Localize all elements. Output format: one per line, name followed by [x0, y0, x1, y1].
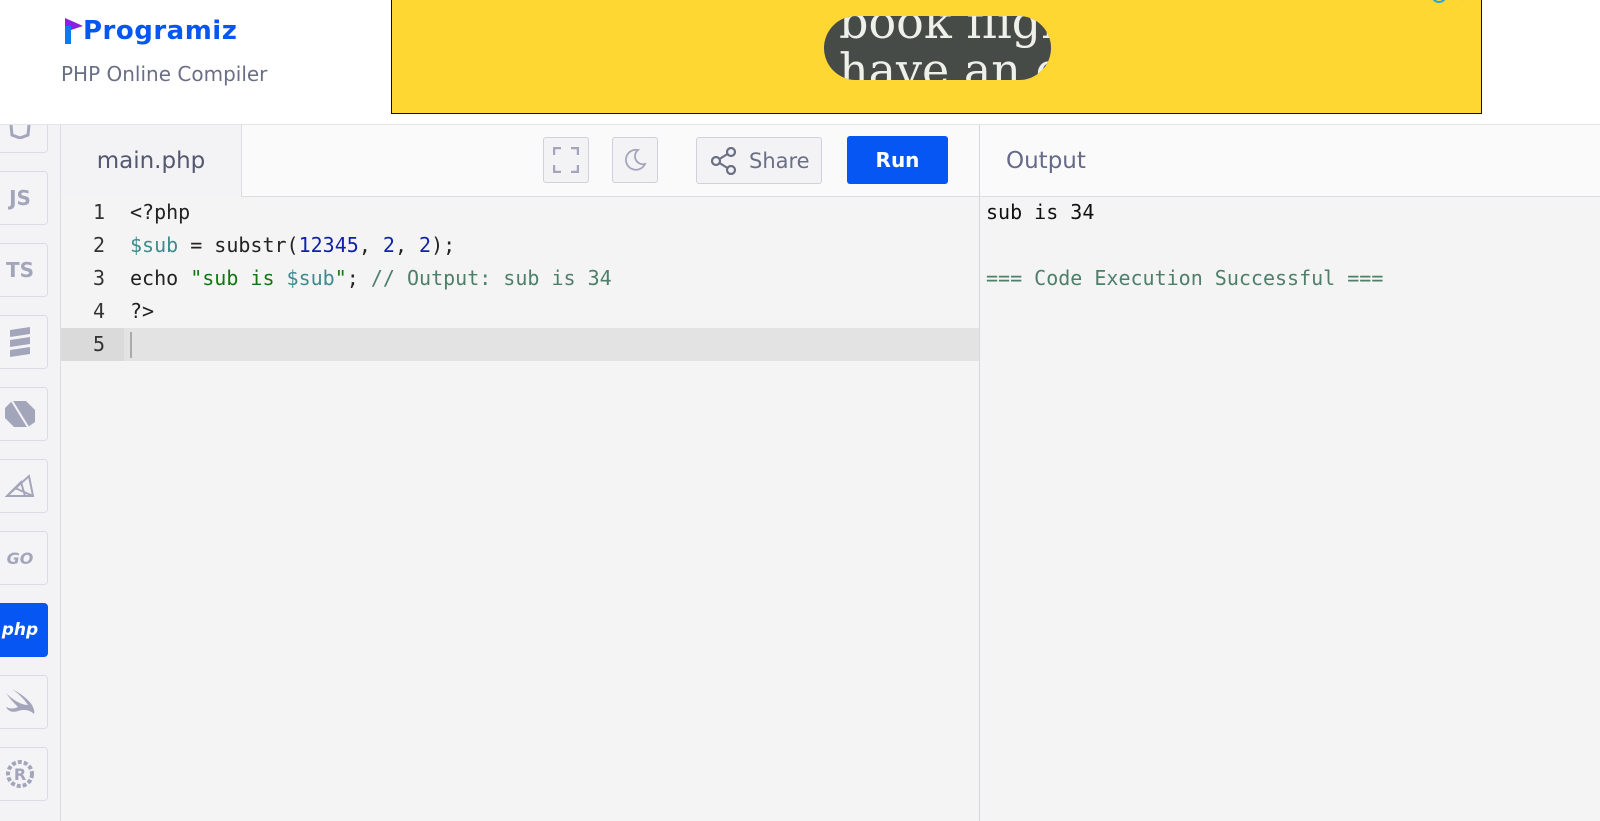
line-number: 5 — [92, 332, 105, 356]
code-line[interactable]: 1 <?php — [61, 196, 979, 229]
page-subtitle: PHP Online Compiler — [61, 62, 268, 86]
line-number: 1 — [92, 200, 105, 224]
line-number: 4 — [92, 299, 105, 323]
ruby-icon — [5, 474, 35, 497]
code-token: , — [358, 233, 383, 257]
sidebar-item-html[interactable] — [0, 125, 48, 153]
text-cursor — [130, 332, 132, 358]
code-token: "sub is — [190, 266, 287, 290]
top-bar: Programiz PHP Online Compiler book fligh… — [0, 0, 1600, 125]
code-token: ; — [346, 266, 371, 290]
code-token: 2 — [419, 233, 432, 257]
code-token: , — [394, 233, 420, 257]
code-token: " — [334, 266, 347, 290]
code-text[interactable]: <?php — [130, 196, 190, 229]
sidebar-item-swift[interactable] — [0, 675, 48, 729]
code-text[interactable]: ?> — [130, 295, 154, 328]
line-number: 2 — [92, 233, 105, 257]
code-line[interactable]: 2 $sub = substr(12345, 2, 2); — [61, 229, 979, 262]
sidebar-item-typescript[interactable]: TS — [0, 243, 48, 297]
ad-image: book fligh have an e — [824, 16, 1051, 80]
line-number: 3 — [92, 266, 105, 290]
code-line[interactable]: 4 ?> — [61, 295, 979, 328]
sidebar-item-php[interactable]: php — [0, 603, 48, 657]
sidebar-item-javascript[interactable]: JS — [0, 171, 48, 225]
theme-toggle-button[interactable] — [612, 137, 658, 183]
output-panel: sub is 34 === Code Execution Successful =… — [980, 197, 1600, 821]
output-line: sub is 34 — [986, 200, 1095, 224]
moon-icon — [625, 148, 647, 171]
code-text[interactable]: $sub = substr(12345, 2, 2); — [130, 229, 455, 262]
programiz-logo-icon — [65, 18, 83, 44]
code-editor[interactable]: 1 <?php 2 $sub = substr(12345, 2, 2); 3 echo … — [61, 197, 979, 821]
code-token: 12345 — [298, 233, 359, 257]
output-title: Output — [1006, 147, 1086, 174]
sidebar-item-rust[interactable]: R — [0, 747, 48, 801]
language-sidebar: JS TS GO php R — [0, 125, 61, 821]
sidebar-item-ruby[interactable] — [0, 459, 48, 513]
go-icon: GO — [6, 548, 34, 568]
code-token: = substr( — [178, 233, 299, 257]
code-token: ); — [431, 233, 456, 257]
code-line[interactable]: 5 — [61, 328, 979, 361]
code-token: $sub — [286, 266, 335, 290]
code-token: ?> — [130, 299, 155, 323]
execution-status: === Code Execution Successful === — [986, 266, 1384, 290]
logo-text: Programiz — [83, 16, 238, 46]
ad-line-2: have an e — [839, 43, 1051, 80]
php-icon: php — [1, 620, 39, 640]
code-token: // Output: sub is 34 — [370, 266, 612, 290]
code-text[interactable]: echo "sub is $sub"; // Output: sub is 34 — [130, 262, 612, 295]
sql-icon — [10, 327, 30, 357]
sidebar-item-sql[interactable] — [0, 315, 48, 369]
advertisement-banner[interactable]: book fligh have an e — [391, 0, 1482, 114]
code-token: <?php — [130, 200, 191, 224]
tab-main-php[interactable]: main.php — [61, 125, 242, 197]
html5-icon — [9, 125, 31, 139]
typescript-icon: TS — [5, 258, 35, 282]
share-button[interactable]: Share — [696, 137, 822, 184]
rust-icon: R — [6, 760, 34, 788]
programiz-logo[interactable]: Programiz — [63, 8, 237, 54]
dart-icon — [5, 400, 35, 428]
swift-icon — [6, 689, 35, 714]
output-header: Output — [980, 125, 1600, 197]
run-button[interactable]: Run — [847, 136, 948, 184]
svg-text:R: R — [14, 765, 26, 784]
share-label: Share — [749, 148, 810, 173]
sidebar-item-go[interactable]: GO — [0, 531, 48, 585]
share-icon — [711, 146, 737, 175]
code-line[interactable]: 3 echo "sub is $sub"; // Output: sub is 3… — [61, 262, 979, 295]
fullscreen-icon — [553, 147, 579, 173]
fullscreen-button[interactable] — [543, 137, 589, 183]
sidebar-item-dart[interactable] — [0, 387, 48, 441]
ad-choices-icon[interactable] — [1429, 0, 1469, 3]
editor-toolbar: main.php Share Run — [61, 125, 981, 197]
javascript-icon: JS — [9, 186, 31, 210]
code-token: 2 — [382, 233, 395, 257]
code-token: $sub — [130, 233, 179, 257]
code-token: echo — [130, 266, 191, 290]
